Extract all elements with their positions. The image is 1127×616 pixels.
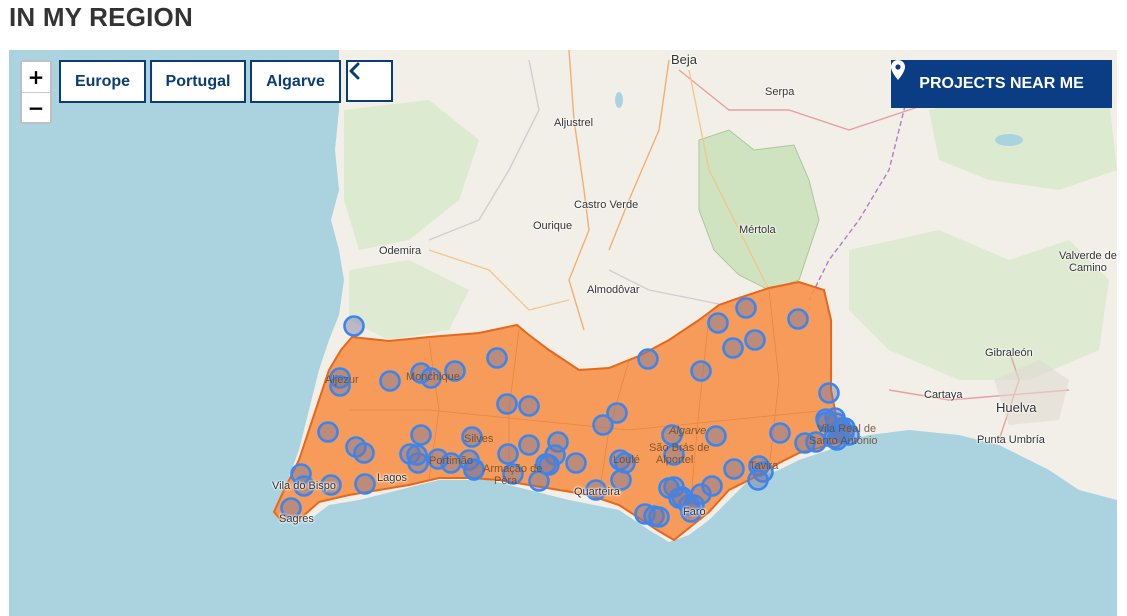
project-marker[interactable]: [723, 458, 745, 480]
place-label-cartaya: Cartaya: [924, 389, 963, 401]
place-label-sao-bras: São Brás de: [649, 442, 710, 454]
zoom-out-button[interactable]: −: [22, 92, 50, 122]
project-marker[interactable]: [486, 347, 508, 369]
place-label-sao-bras-2: Alportel: [656, 454, 694, 466]
place-label-aljezur: Aljezur: [325, 374, 359, 386]
project-marker[interactable]: [722, 337, 744, 359]
place-label-vila-do-bispo: Vila do Bispo: [272, 480, 337, 492]
project-marker[interactable]: [637, 348, 659, 370]
project-marker[interactable]: [690, 360, 712, 382]
map-pin-icon: [891, 60, 905, 80]
place-label-faro: Faro: [683, 506, 706, 518]
project-marker[interactable]: [769, 422, 791, 444]
place-label-vrsa: Vila Real de: [817, 423, 877, 435]
project-marker[interactable]: [565, 452, 587, 474]
project-marker[interactable]: [648, 506, 670, 528]
project-marker[interactable]: [658, 477, 680, 499]
region-map[interactable]: Beja Serpa Aljustrel Castro Verde Ouriqu…: [9, 50, 1117, 616]
place-label-vrsa-2: Santo António: [809, 435, 878, 447]
breadcrumb-algarve[interactable]: Algarve: [250, 60, 341, 103]
place-label-tavira: Tavira: [749, 460, 779, 472]
place-label-loule: Loulé: [613, 454, 640, 466]
place-label-armacao: Armação de: [483, 463, 543, 475]
place-label-armacao-2: Pêra: [494, 475, 518, 487]
project-marker[interactable]: [707, 312, 729, 334]
place-label-beja: Beja: [671, 52, 698, 67]
place-label-algarve: Algarve: [669, 425, 707, 437]
place-label-lagos: Lagos: [377, 472, 407, 484]
place-label-punta-umbria: Punta Umbría: [977, 434, 1045, 446]
chevron-left-icon: [349, 62, 360, 80]
place-label-ourique: Ourique: [533, 220, 573, 232]
place-label-silves: Silves: [464, 433, 494, 445]
project-marker[interactable]: [496, 393, 518, 415]
project-marker[interactable]: [744, 329, 766, 351]
place-label-huelva: Huelva: [996, 400, 1037, 415]
place-label-castro-verde: Castro Verde: [574, 199, 639, 211]
project-marker[interactable]: [354, 473, 376, 495]
place-label-sagres: Sagres: [279, 513, 314, 525]
project-marker[interactable]: [406, 444, 428, 466]
project-marker[interactable]: [701, 475, 723, 497]
project-marker[interactable]: [343, 315, 365, 337]
back-button[interactable]: [346, 60, 393, 102]
project-marker[interactable]: [518, 395, 540, 417]
breadcrumb-portugal[interactable]: Portugal: [150, 60, 246, 103]
zoom-control: + −: [20, 60, 52, 124]
project-marker[interactable]: [410, 424, 432, 446]
place-label-mertola: Mértola: [739, 224, 776, 236]
lake: [615, 92, 623, 108]
project-marker[interactable]: [317, 421, 339, 443]
project-marker[interactable]: [606, 402, 628, 424]
project-marker[interactable]: [787, 308, 809, 330]
place-label-gibraleon: Gibraleón: [985, 347, 1033, 359]
project-marker[interactable]: [747, 469, 769, 491]
lake: [995, 134, 1023, 146]
projects-near-me-button[interactable]: PROJECTS NEAR ME: [891, 60, 1112, 108]
place-label-monchique: Monchique: [406, 371, 460, 383]
place-label-valverde: Valverde del: [1059, 250, 1117, 262]
page-title: IN MY REGION: [9, 2, 193, 32]
project-marker[interactable]: [497, 443, 519, 465]
map-canvas[interactable]: [9, 50, 1117, 616]
project-marker[interactable]: [538, 454, 560, 476]
projects-near-me-label: PROJECTS NEAR ME: [919, 75, 1084, 92]
place-label-serpa: Serpa: [765, 86, 795, 98]
place-label-odemira: Odemira: [379, 245, 422, 257]
place-label-quarteira: Quarteira: [574, 486, 620, 498]
project-marker[interactable]: [735, 297, 757, 319]
project-marker[interactable]: [518, 434, 540, 456]
zoom-in-button[interactable]: +: [22, 62, 50, 92]
place-label-almodovar: Almodôvar: [587, 284, 640, 296]
project-marker[interactable]: [353, 442, 375, 464]
place-label-valverde-2: Camino: [1069, 262, 1107, 274]
project-marker[interactable]: [379, 370, 401, 392]
breadcrumb-europe[interactable]: Europe: [59, 60, 146, 103]
place-label-portimao: Portimão: [429, 455, 474, 467]
place-label-aljustrel: Aljustrel: [554, 117, 594, 129]
project-marker[interactable]: [818, 382, 840, 404]
